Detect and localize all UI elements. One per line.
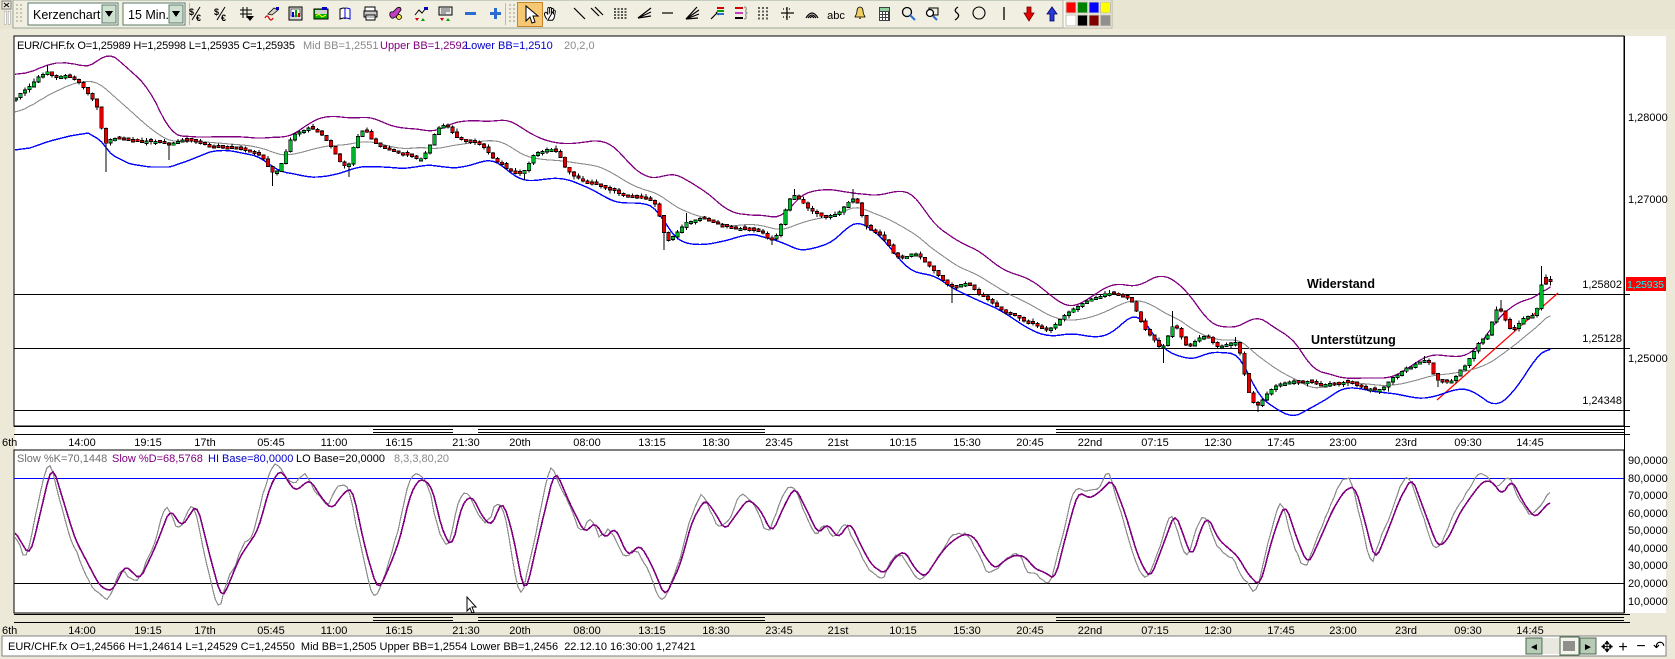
svg-text:20:45: 20:45 [1016,437,1044,449]
svg-text:1,24348: 1,24348 [1582,395,1622,407]
svg-text:Widerstand: Widerstand [1307,277,1375,291]
svg-text:►: ► [1583,642,1593,653]
svg-text:1,25935: 1,25935 [1627,279,1664,291]
svg-text:90,0000: 90,0000 [1628,455,1668,467]
svg-text:18:30: 18:30 [702,437,730,449]
svg-text:50,0000: 50,0000 [1628,525,1668,537]
svg-text:1,27000: 1,27000 [1628,194,1668,206]
svg-text:15:30: 15:30 [953,625,981,637]
svg-text:15:30: 15:30 [953,437,981,449]
svg-text:12:30: 12:30 [1204,625,1232,637]
svg-text:09:30: 09:30 [1454,437,1482,449]
svg-text:23rd: 23rd [1395,625,1417,637]
svg-text:20,0000: 20,0000 [1628,578,1668,590]
svg-text:EUR/CHF.fx O=1,24566 H=1,24614: EUR/CHF.fx O=1,24566 H=1,24614 L=1,24529… [8,641,696,653]
svg-text:17th: 17th [194,625,215,637]
svg-text:08:00: 08:00 [573,625,601,637]
svg-text:14:00: 14:00 [68,437,96,449]
svg-text:HI Base=80,0000: HI Base=80,0000 [208,453,293,465]
svg-text:22nd: 22nd [1078,625,1102,637]
svg-text:10,0000: 10,0000 [1628,596,1668,608]
svg-text:17:45: 17:45 [1267,625,1295,637]
svg-text:6th: 6th [2,625,17,637]
svg-text:07:15: 07:15 [1141,437,1169,449]
svg-text:+: + [1618,639,1627,656]
svg-text:LO Base=20,0000: LO Base=20,0000 [296,453,385,465]
svg-text:1,25802: 1,25802 [1582,279,1622,291]
svg-text:70,0000: 70,0000 [1628,490,1668,502]
svg-text:18:30: 18:30 [702,625,730,637]
svg-text:13:15: 13:15 [638,437,666,449]
svg-text:Slow %K=70,1448: Slow %K=70,1448 [17,453,107,465]
svg-text:23:45: 23:45 [765,437,793,449]
svg-text:23:45: 23:45 [765,625,793,637]
svg-text:08:00: 08:00 [573,437,601,449]
svg-text:05:45: 05:45 [257,437,285,449]
svg-text:Unterstützung: Unterstützung [1311,333,1396,347]
svg-text:17th: 17th [194,437,215,449]
svg-text:15 Min.: 15 Min. [128,8,169,22]
svg-text:EUR/CHF.fx O=1,25989 H=1,25998: EUR/CHF.fx O=1,25989 H=1,25998 L=1,25935… [17,40,295,52]
svg-text:Kerzenchart: Kerzenchart [33,8,101,22]
svg-text:05:45: 05:45 [257,625,285,637]
svg-text:07:15: 07:15 [1141,625,1169,637]
svg-text:◄: ◄ [1529,642,1539,653]
svg-text:Slow %D=68,5768: Slow %D=68,5768 [112,453,203,465]
svg-text:09:30: 09:30 [1454,625,1482,637]
svg-text:1,28000: 1,28000 [1628,112,1668,124]
svg-text:20:45: 20:45 [1016,625,1044,637]
svg-text:↶: ↶ [1653,638,1665,654]
svg-text:abc: abc [827,10,845,22]
svg-text:21:30: 21:30 [452,625,480,637]
svg-text:Lower BB=1,2510: Lower BB=1,2510 [465,40,553,52]
svg-text:13:15: 13:15 [638,625,666,637]
svg-text:1,25000: 1,25000 [1628,353,1668,365]
svg-text:Upper BB=1,2592: Upper BB=1,2592 [380,40,468,52]
svg-text:14:45: 14:45 [1516,437,1544,449]
svg-text:14:45: 14:45 [1516,625,1544,637]
svg-text:8,3,3,80,20: 8,3,3,80,20 [394,453,449,465]
svg-text:11:00: 11:00 [321,437,348,449]
svg-text:22nd: 22nd [1078,437,1102,449]
svg-text:1,25128: 1,25128 [1582,333,1622,345]
svg-text:20th: 20th [509,625,530,637]
svg-text:40,0000: 40,0000 [1628,543,1668,555]
svg-text:21:30: 21:30 [452,437,480,449]
svg-text:6th: 6th [2,437,17,449]
svg-text:20th: 20th [509,437,530,449]
svg-text:✥: ✥ [1601,639,1614,656]
svg-text:−: − [1636,638,1645,655]
svg-text:30,0000: 30,0000 [1628,560,1668,572]
svg-text:10:15: 10:15 [889,625,917,637]
svg-text:$: $ [189,7,194,17]
svg-text:19:15: 19:15 [134,437,162,449]
svg-text:17:45: 17:45 [1267,437,1295,449]
svg-text:10:15: 10:15 [889,437,917,449]
svg-text:21st: 21st [828,437,849,449]
svg-text:Mid BB=1,2551: Mid BB=1,2551 [303,40,379,52]
svg-text:€: € [221,13,226,23]
svg-text:€: € [196,13,201,23]
svg-text:60,0000: 60,0000 [1628,508,1668,520]
svg-text:80,0000: 80,0000 [1628,473,1668,485]
svg-text:23rd: 23rd [1395,437,1417,449]
svg-text:19:15: 19:15 [134,625,162,637]
svg-text:14:00: 14:00 [68,625,96,637]
svg-text:11:00: 11:00 [321,625,348,637]
svg-text:21st: 21st [828,625,849,637]
svg-text:20,2,0: 20,2,0 [564,40,595,52]
svg-text:12:30: 12:30 [1204,437,1232,449]
svg-text:$: $ [214,7,219,17]
svg-text:16:15: 16:15 [385,437,413,449]
svg-text:23:00: 23:00 [1329,625,1357,637]
svg-text:23:00: 23:00 [1329,437,1357,449]
svg-text:16:15: 16:15 [385,625,413,637]
